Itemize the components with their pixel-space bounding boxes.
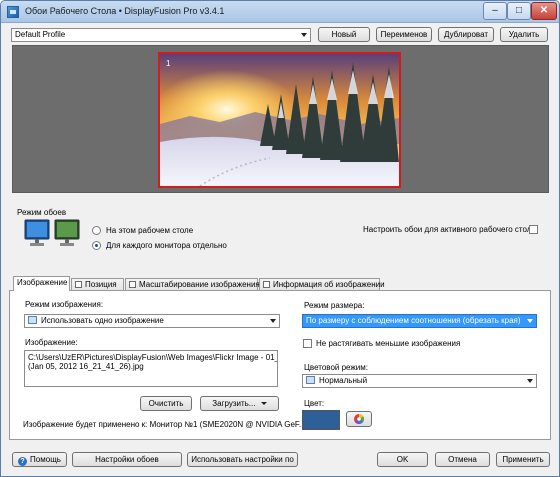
window-title: Обои Рабочего Стола • DisplayFusion Pro … <box>25 6 225 16</box>
chevron-down-icon <box>527 379 533 383</box>
app-icon <box>7 6 19 18</box>
monitor-number-label: 1 <box>166 59 171 68</box>
dual-monitor-icon <box>54 219 80 247</box>
maximize-button[interactable]: □ <box>507 2 531 20</box>
no-stretch-label: Не растягивать меньшие изображения <box>316 339 461 348</box>
ok-button[interactable]: OK <box>377 452 428 467</box>
color-mode-value: Нормальный <box>319 376 368 385</box>
size-mode-label: Режим размера: <box>304 301 365 310</box>
profile-select[interactable]: Default Profile <box>11 28 311 42</box>
monitor-preview[interactable]: 1 <box>158 52 401 188</box>
image-path-label: Изображение: <box>25 338 78 347</box>
new-profile-button[interactable]: Новый <box>318 27 370 42</box>
tab-position-checkbox[interactable] <box>75 281 82 288</box>
profile-select-value: Default Profile <box>15 30 66 39</box>
active-desktop-label: Настроить обои для активного рабочего ст… <box>363 225 536 234</box>
load-image-button[interactable]: Загрузить... <box>200 396 279 411</box>
help-button[interactable]: ? Помощь <box>12 452 67 467</box>
active-desktop-checkbox[interactable] <box>529 225 538 234</box>
color-mode-label: Цветовой режим: <box>304 363 368 372</box>
color-swatch[interactable] <box>302 410 340 430</box>
color-picker-button[interactable] <box>346 411 372 427</box>
wallpaper-settings-button[interactable]: Настройки обоев <box>72 452 182 467</box>
apply-button[interactable]: Применить <box>496 452 550 467</box>
load-image-label: Загрузить... <box>212 399 256 408</box>
tab-scaling-checkbox[interactable] <box>129 281 136 288</box>
applied-to-text: Изображение будет применено к: Монитор №… <box>23 420 306 429</box>
duplicate-profile-button[interactable]: Дублироват <box>438 27 494 42</box>
tab-scaling-label: Масштабирование изображения <box>139 280 260 289</box>
no-stretch-checkbox[interactable] <box>303 339 312 348</box>
wallpaper-mode-group-label: Режим обоев <box>17 208 67 217</box>
tab-image-info-checkbox[interactable] <box>263 281 270 288</box>
rename-profile-button[interactable]: Переименов <box>376 27 432 42</box>
use-settings-button[interactable]: Использовать настройки по <box>187 452 298 467</box>
image-mode-select[interactable]: Использовать одно изображение <box>24 314 280 328</box>
wallpaper-preview-image: 1 <box>160 54 399 186</box>
chevron-down-icon <box>527 319 533 323</box>
wallpaper-mode-each-label: Для каждого монитора отдельно <box>106 241 227 250</box>
image-icon <box>28 316 37 324</box>
wallpaper-mode-each-radio[interactable] <box>92 241 101 250</box>
title-bar: Обои Рабочего Стола • DisplayFusion Pro … <box>1 1 559 23</box>
help-label: Помощь <box>30 455 61 464</box>
color-label: Цвет: <box>304 399 325 408</box>
minimize-button[interactable]: – <box>483 2 507 20</box>
image-mode-label: Режим изображения: <box>25 300 104 309</box>
wallpaper-mode-same-radio[interactable] <box>92 226 101 235</box>
size-mode-value: По размеру с соблюдением соотношения (об… <box>306 316 521 325</box>
chevron-down-icon <box>301 33 307 37</box>
tab-image-label: Изображение <box>17 278 68 287</box>
clear-image-button[interactable]: Очистить <box>140 396 192 411</box>
close-button[interactable]: ✕ <box>531 2 557 20</box>
cancel-button[interactable]: Отмена <box>435 452 490 467</box>
tab-image[interactable]: Изображение <box>13 276 70 291</box>
wallpaper-mode-same-label: На этом рабочем столе <box>106 226 194 235</box>
app-window: Обои Рабочего Стола • DisplayFusion Pro … <box>0 0 560 477</box>
color-mode-select[interactable]: Нормальный <box>302 374 537 388</box>
color-wheel-icon <box>354 414 364 424</box>
dropdown-arrow-icon <box>260 402 267 405</box>
image-path-box[interactable]: C:\Users\UzER\Pictures\DisplayFusion\Web… <box>24 350 278 387</box>
tab-position-label: Позиция <box>85 280 117 289</box>
image-mode-value: Использовать одно изображение <box>41 316 164 325</box>
size-mode-select[interactable]: По размеру с соблюдением соотношения (об… <box>302 314 537 328</box>
image-icon <box>306 376 315 384</box>
tab-image-info-label: Информация об изображении <box>273 280 385 289</box>
help-icon: ? <box>18 457 28 466</box>
single-monitor-icon <box>24 219 50 247</box>
chevron-down-icon <box>270 319 276 323</box>
delete-profile-button[interactable]: Удалить <box>500 27 548 42</box>
